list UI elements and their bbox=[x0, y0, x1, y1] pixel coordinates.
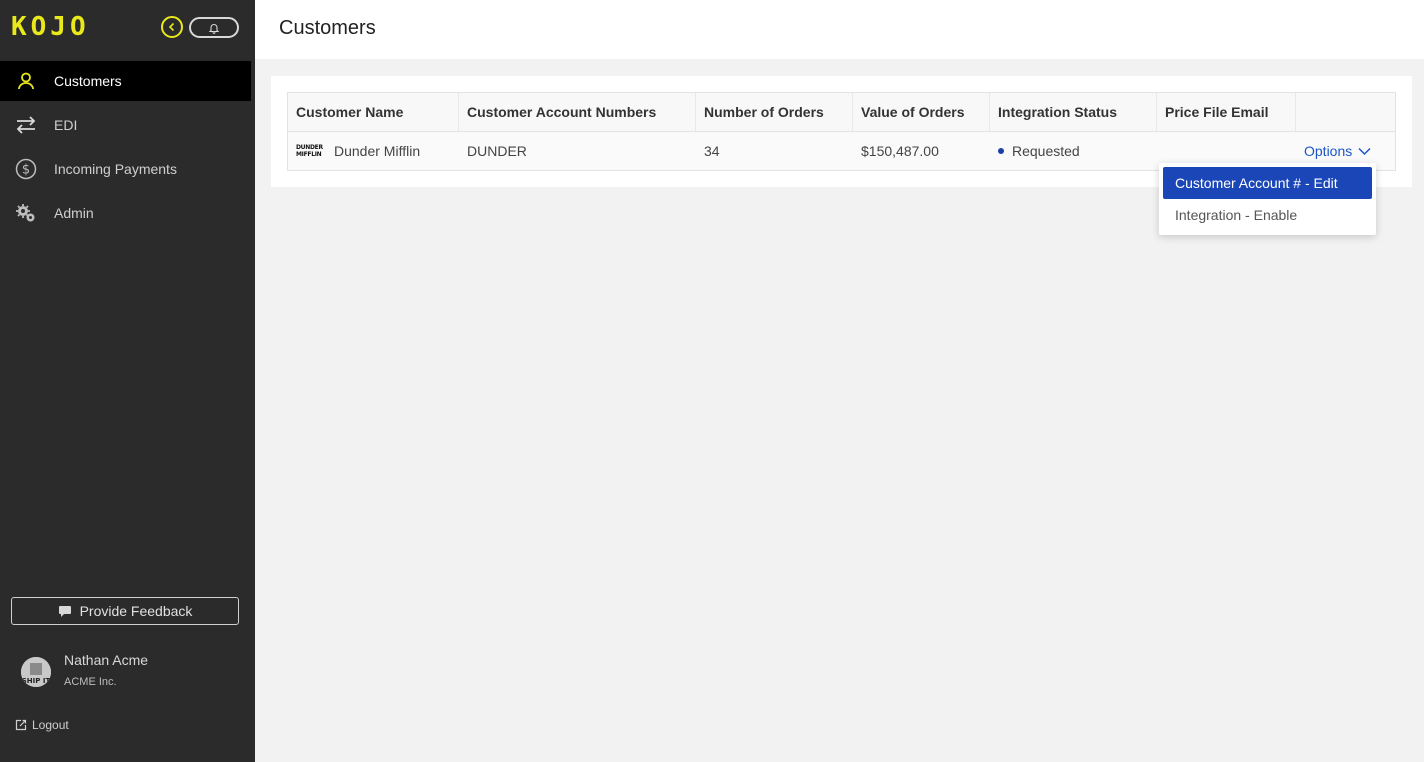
sidebar-item-label: Admin bbox=[54, 205, 94, 221]
table-header: Customer Name Customer Account Numbers N… bbox=[288, 93, 1395, 132]
menu-item-edit-account[interactable]: Customer Account # - Edit bbox=[1163, 167, 1372, 199]
cell-value-of-orders: $150,487.00 bbox=[861, 143, 939, 159]
person-icon bbox=[14, 69, 38, 93]
logout-link[interactable]: Logout bbox=[15, 718, 69, 732]
options-dropdown-button[interactable]: Options bbox=[1304, 143, 1371, 159]
collapse-sidebar-button[interactable] bbox=[161, 16, 183, 38]
column-header-number-of-orders[interactable]: Number of Orders bbox=[696, 93, 853, 131]
provide-feedback-label: Provide Feedback bbox=[79, 603, 193, 619]
sidebar-item-label: EDI bbox=[54, 117, 78, 133]
kojo-logo: KOJO bbox=[11, 12, 90, 42]
sidebar-item-label: Customers bbox=[54, 73, 122, 89]
customers-table: Customer Name Customer Account Numbers N… bbox=[287, 92, 1396, 171]
chevron-left-icon bbox=[168, 22, 175, 32]
customer-logo: DUNDER MIFFLIN bbox=[296, 144, 323, 158]
sidebar-item-customers[interactable]: Customers bbox=[0, 61, 251, 101]
cell-customer-name: DUNDER MIFFLIN Dunder Mifflin bbox=[288, 132, 459, 170]
svg-text:$: $ bbox=[22, 163, 30, 178]
sidebar-nav: Customers EDI $ Incoming Payments Admin bbox=[0, 61, 251, 237]
page-header: Customers bbox=[255, 0, 1424, 59]
sidebar-item-admin[interactable]: Admin bbox=[0, 193, 251, 233]
logout-icon bbox=[15, 719, 27, 731]
chevron-down-icon bbox=[1358, 147, 1371, 155]
swap-arrows-icon bbox=[14, 113, 38, 137]
logout-label: Logout bbox=[32, 718, 69, 732]
customer-name: Dunder Mifflin bbox=[334, 143, 421, 159]
cell-integration-status: Requested bbox=[990, 132, 1157, 170]
status-badge: Requested bbox=[1012, 143, 1080, 159]
cell-account-number: DUNDER bbox=[467, 143, 527, 159]
avatar-text: SHIP IT bbox=[22, 677, 51, 685]
cell-number-of-orders: 34 bbox=[704, 143, 720, 159]
sidebar-item-edi[interactable]: EDI bbox=[0, 105, 251, 145]
sidebar-item-incoming-payments[interactable]: $ Incoming Payments bbox=[0, 149, 251, 189]
column-header-price-file-email[interactable]: Price File Email bbox=[1157, 93, 1296, 131]
column-header-actions bbox=[1296, 93, 1395, 131]
chat-bubble-icon bbox=[58, 605, 71, 617]
column-header-integration-status[interactable]: Integration Status bbox=[990, 93, 1157, 131]
notifications-button[interactable] bbox=[189, 17, 239, 38]
page-title: Customers bbox=[279, 17, 376, 39]
user-name: Nathan Acme bbox=[64, 652, 149, 668]
options-label: Options bbox=[1304, 143, 1353, 159]
user-org: ACME Inc. bbox=[64, 676, 117, 688]
column-header-customer-name[interactable]: Customer Name bbox=[288, 93, 459, 131]
provide-feedback-button[interactable]: Provide Feedback bbox=[11, 597, 239, 625]
column-header-account-numbers[interactable]: Customer Account Numbers bbox=[459, 93, 696, 131]
avatar[interactable]: SHIP IT bbox=[21, 657, 51, 687]
menu-item-enable-integration[interactable]: Integration - Enable bbox=[1163, 199, 1372, 231]
options-dropdown-menu: Customer Account # - Edit Integration - … bbox=[1159, 163, 1376, 235]
gears-icon bbox=[14, 201, 38, 225]
sidebar-item-label: Incoming Payments bbox=[54, 161, 177, 177]
status-dot bbox=[998, 148, 1004, 154]
sidebar: KOJO Customers EDI $ Incoming Payments A… bbox=[0, 0, 255, 762]
column-header-value-of-orders[interactable]: Value of Orders bbox=[853, 93, 990, 131]
dollar-circle-icon: $ bbox=[14, 157, 38, 181]
bell-icon bbox=[208, 23, 220, 34]
